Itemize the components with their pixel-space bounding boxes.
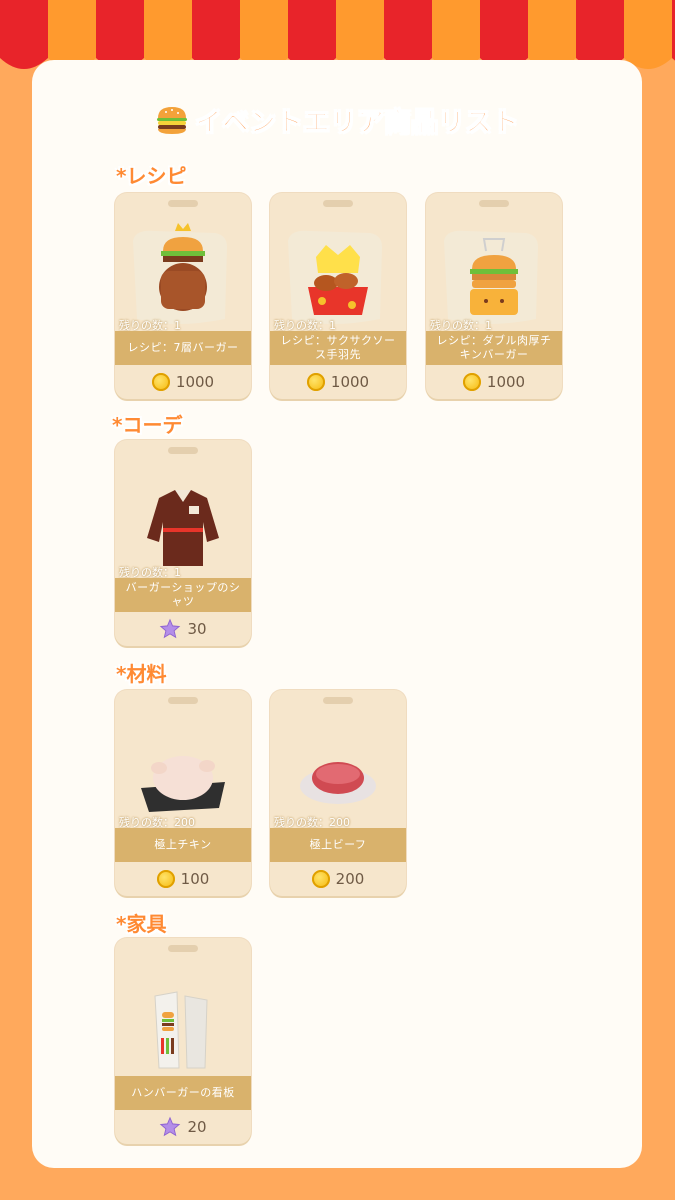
section-label-outfit: *コーデ [112, 413, 183, 437]
awning-stripe [192, 0, 240, 69]
price-value: 100 [180, 870, 210, 888]
product-card[interactable]: 残りの数：1 レシピ：サクサクソース手羽先 1000 [270, 193, 406, 399]
burger-shop-shirt-image [147, 490, 219, 566]
price: 20 [115, 1110, 251, 1144]
awning-stripe [576, 0, 624, 69]
coin-icon [306, 373, 325, 391]
price-value: 20 [187, 1118, 207, 1136]
awning-stripe [624, 0, 672, 69]
price: 1000 [426, 365, 562, 399]
product-card[interactable]: 残りの数：1 レシピ：ダブル肉厚チキンバーガー 1000 [426, 193, 562, 399]
premium-chicken-image [141, 756, 225, 812]
price-value: 1000 [330, 373, 370, 391]
seven-layer-burger-recipe-image [133, 223, 227, 324]
coin-icon [156, 870, 175, 888]
product-name: ハンバーガーの看板 [115, 1076, 251, 1110]
awning-stripe [240, 0, 288, 69]
price: 30 [115, 612, 251, 646]
product-card[interactable]: 残りの数：200 極上ビーフ 200 [270, 690, 406, 896]
awning-stripe [528, 0, 576, 69]
awning-stripe [384, 0, 432, 69]
price: 200 [270, 862, 406, 896]
double-chicken-burger-recipe-image [444, 230, 538, 324]
price: 1000 [270, 365, 406, 399]
price-value: 200 [335, 870, 365, 888]
product-card[interactable]: ハンバーガーの看板 20 [115, 938, 251, 1144]
awning-stripe [144, 0, 192, 69]
hamburger-signboard-image [154, 991, 208, 1069]
section-label-ingredients: *材料 [116, 662, 167, 686]
price-value: 1000 [486, 373, 526, 391]
star-icon [160, 618, 181, 639]
awning-stripe [48, 0, 96, 69]
awning-stripe [288, 0, 336, 69]
coin-icon [151, 373, 170, 391]
price: 100 [115, 862, 251, 896]
coin-icon [462, 373, 481, 391]
product-card[interactable]: 残りの数：1 バーガーショップのシャツ 30 [115, 440, 251, 646]
product-name: バーガーショップのシャツ [115, 578, 251, 612]
coin-icon [311, 870, 330, 888]
product-card[interactable]: 残りの数：1 レシピ：7層バーガー 1000 [115, 193, 251, 399]
burger-icon [157, 107, 188, 134]
section-label-furniture: *家具 [116, 912, 167, 936]
product-name: レシピ：7層バーガー [115, 331, 251, 365]
premium-beef-image [300, 762, 376, 804]
star-icon [160, 1116, 181, 1137]
product-name: 極上チキン [115, 828, 251, 862]
awning-stripe [336, 0, 384, 69]
page-title: イベントエリア商品リスト [0, 100, 675, 140]
awning-stripe [480, 0, 528, 69]
page-title-text: イベントエリア商品リスト [195, 107, 520, 138]
awning-stripe [96, 0, 144, 69]
product-card[interactable]: 残りの数：200 極上チキン 100 [115, 690, 251, 896]
awning-stripe [0, 0, 48, 69]
product-name: レシピ：ダブル肉厚チキンバーガー [426, 331, 562, 365]
price-value: 30 [187, 620, 207, 638]
crispy-wings-recipe-image [288, 230, 382, 324]
product-name: レシピ：サクサクソース手羽先 [270, 331, 406, 365]
price-value: 1000 [175, 373, 215, 391]
awning-stripe [432, 0, 480, 69]
section-label-recipe: *レシピ [116, 164, 187, 188]
price: 1000 [115, 365, 251, 399]
product-name: 極上ビーフ [270, 828, 406, 862]
